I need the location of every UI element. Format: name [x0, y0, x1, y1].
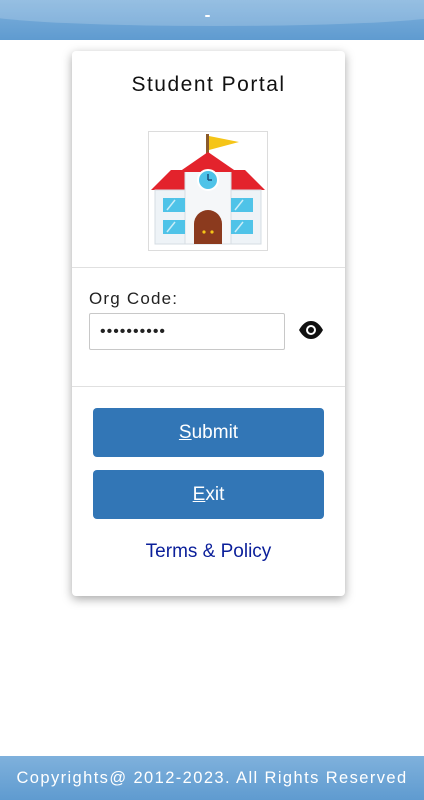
divider-top — [72, 267, 345, 268]
school-logo — [148, 131, 268, 251]
top-bar-wave — [0, 0, 424, 26]
org-code-label: Org Code: — [89, 289, 179, 308]
submit-label: ubmit — [191, 421, 239, 443]
exit-label: xit — [205, 483, 225, 505]
show-password-toggle[interactable] — [298, 319, 324, 341]
terms-policy-link[interactable]: Terms & Policy — [72, 541, 345, 563]
school-building-icon — [151, 134, 265, 245]
page-title: Student Portal — [131, 73, 286, 96]
copyright-footer: Copyrights@ 2012-2023. All Rights Reserv… — [0, 756, 424, 800]
org-code-field[interactable] — [89, 313, 285, 350]
eye-icon — [299, 321, 323, 339]
exit-button[interactable]: Exit — [93, 470, 324, 519]
notch-mark — [205, 15, 210, 17]
login-card: Student Portal Org Code: •••••••••• Subm… — [72, 51, 345, 596]
top-bar — [0, 0, 424, 40]
submit-button[interactable]: Submit — [93, 408, 324, 457]
exit-hotkey: E — [192, 483, 206, 505]
submit-hotkey: S — [178, 421, 192, 443]
divider-bottom — [72, 386, 345, 387]
